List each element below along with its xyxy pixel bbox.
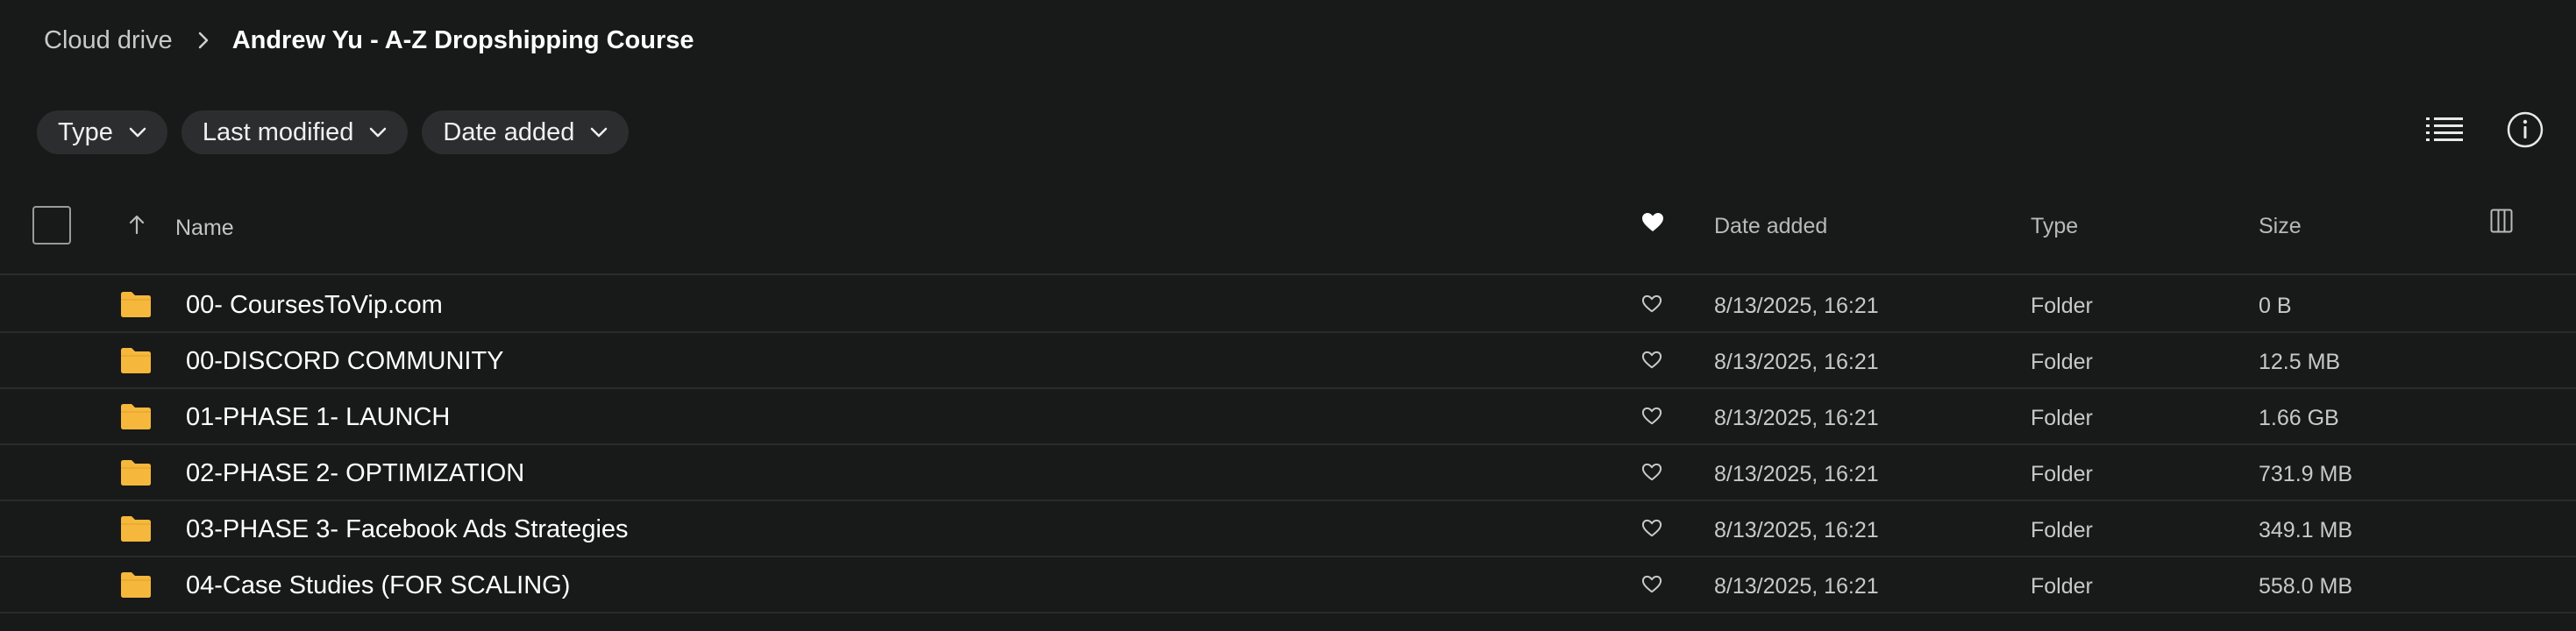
file-type: Folder [2031,294,2093,318]
sort-ascending-icon[interactable] [128,214,146,241]
date-added: 8/13/2025, 16:21 [1714,462,1879,486]
filter-type-button[interactable]: Type [37,110,167,154]
columns-icon[interactable] [2490,209,2513,239]
breadcrumb-current-folder: Andrew Yu - A-Z Dropshipping Course [231,25,694,54]
chevron-down-icon [590,127,608,138]
table-row[interactable]: 04-Case Studies (FOR SCALING) 8/13/2025,… [0,557,2576,613]
breadcrumb: Cloud drive Andrew Yu - A-Z Dropshipping… [44,18,694,63]
folder-icon [119,401,153,436]
breadcrumb-root-link[interactable]: Cloud drive [44,26,173,55]
folder-icon [119,514,153,548]
folder-icon [119,457,153,492]
file-name: 03-PHASE 3- Facebook Ads Strategies [186,515,629,543]
file-list: 00- CoursesToVip.com 8/13/2025, 16:21 Fo… [0,277,2576,613]
heart-icon[interactable] [1641,294,1662,318]
table-row[interactable]: 03-PHASE 3- Facebook Ads Strategies 8/13… [0,501,2576,557]
file-type: Folder [2031,350,2093,374]
filter-type-label: Type [58,117,113,146]
folder-icon [119,345,153,379]
column-header-type[interactable]: Type [2031,214,2078,239]
folder-icon [119,570,153,604]
file-size: 349.1 MB [2259,518,2353,542]
table-row[interactable]: 00-DISCORD COMMUNITY 8/13/2025, 16:21 Fo… [0,333,2576,389]
date-added: 8/13/2025, 16:21 [1714,350,1879,374]
heart-icon[interactable] [1641,519,1662,542]
folder-icon [119,289,153,323]
file-name: 04-Case Studies (FOR SCALING) [186,571,571,599]
filter-date-added-button[interactable]: Date added [422,110,630,154]
date-added: 8/13/2025, 16:21 [1714,518,1879,542]
date-added: 8/13/2025, 16:21 [1714,406,1879,430]
file-name: 02-PHASE 2- OPTIMIZATION [186,459,525,487]
file-size: 731.9 MB [2259,462,2353,486]
table-row[interactable]: 02-PHASE 2- OPTIMIZATION 8/13/2025, 16:2… [0,445,2576,501]
heart-icon[interactable] [1641,463,1662,486]
chevron-right-icon [197,31,210,50]
list-view-button[interactable] [2416,103,2473,160]
chevron-down-icon [129,127,146,138]
file-size: 0 B [2259,294,2292,318]
file-size: 558.0 MB [2259,574,2353,599]
heart-icon[interactable] [1641,575,1662,599]
file-type: Folder [2031,518,2093,542]
file-size: 1.66 GB [2259,406,2339,430]
list-view-icon [2426,116,2463,148]
file-type: Folder [2031,406,2093,430]
filter-bar: Type Last modified Date added [37,110,630,154]
heart-icon[interactable] [1641,407,1662,430]
date-added: 8/13/2025, 16:21 [1714,574,1879,599]
chevron-down-icon [369,127,387,138]
filter-date-added-label: Date added [443,117,575,146]
date-added: 8/13/2025, 16:21 [1714,294,1879,318]
heart-filled-icon[interactable] [1641,212,1664,239]
heart-icon[interactable] [1641,351,1662,374]
column-header-name[interactable]: Name [175,216,234,241]
filter-last-modified-button[interactable]: Last modified [181,110,409,154]
file-name: 01-PHASE 1- LAUNCH [186,403,451,431]
select-all-checkbox[interactable] [32,206,71,245]
table-header: Name Date added Type Size [0,195,2576,275]
info-button[interactable] [2497,103,2553,160]
file-name: 00- CoursesToVip.com [186,291,443,319]
file-name: 00-DISCORD COMMUNITY [186,347,504,375]
file-size: 12.5 MB [2259,350,2341,374]
column-header-date-added[interactable]: Date added [1714,214,1827,239]
info-icon [2506,110,2544,153]
file-type: Folder [2031,462,2093,486]
table-row[interactable]: 01-PHASE 1- LAUNCH 8/13/2025, 16:21 Fold… [0,389,2576,445]
file-type: Folder [2031,574,2093,599]
filter-last-modified-label: Last modified [202,117,354,146]
table-row[interactable]: 00- CoursesToVip.com 8/13/2025, 16:21 Fo… [0,277,2576,333]
column-header-size[interactable]: Size [2259,214,2302,239]
